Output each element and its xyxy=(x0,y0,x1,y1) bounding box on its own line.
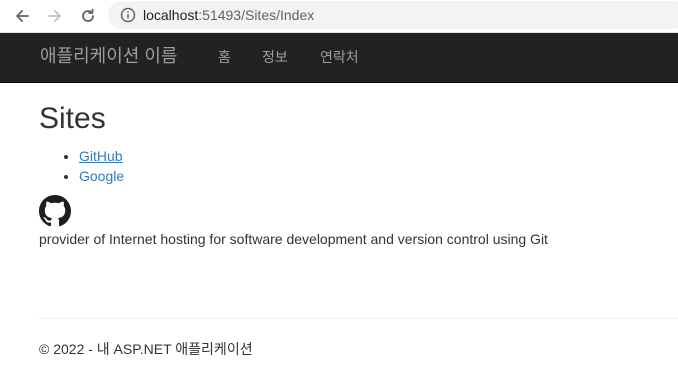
back-button[interactable] xyxy=(10,4,34,28)
url-text[interactable]: localhost:51493/Sites/Index xyxy=(143,6,314,24)
list-item: GitHub xyxy=(79,146,124,166)
site-list: GitHub Google xyxy=(39,146,124,186)
browser-toolbar: localhost:51493/Sites/Index xyxy=(0,0,678,33)
url-path: :51493/Sites/Index xyxy=(198,7,315,23)
list-item: Google xyxy=(79,166,124,186)
footer-copyright: © 2022 - 내 ASP.NET 애플리케이션 xyxy=(39,341,253,357)
reload-button[interactable] xyxy=(76,4,100,28)
address-bar[interactable]: localhost:51493/Sites/Index xyxy=(108,1,678,29)
site-link-github[interactable]: GitHub xyxy=(79,148,123,164)
page-title: Sites xyxy=(39,102,106,135)
nav-link-contact[interactable]: 연락처 xyxy=(320,48,359,66)
app-navbar: 애플리케이션 이름 홈 정보 연락처 xyxy=(0,33,678,83)
url-host: localhost xyxy=(143,7,199,23)
site-link-google[interactable]: Google xyxy=(79,168,124,184)
footer-divider xyxy=(39,318,678,319)
brand-link[interactable]: 애플리케이션 이름 xyxy=(40,45,177,67)
forward-button[interactable] xyxy=(43,4,67,28)
nav-link-about[interactable]: 정보 xyxy=(262,48,288,66)
nav-link-home[interactable]: 홈 xyxy=(218,48,231,66)
reload-icon xyxy=(82,8,94,22)
github-icon xyxy=(39,195,71,227)
site-description: provider of Internet hosting for softwar… xyxy=(39,231,548,247)
info-icon[interactable] xyxy=(120,7,136,23)
arrow-left-icon xyxy=(16,10,29,22)
arrow-right-icon xyxy=(48,10,61,22)
